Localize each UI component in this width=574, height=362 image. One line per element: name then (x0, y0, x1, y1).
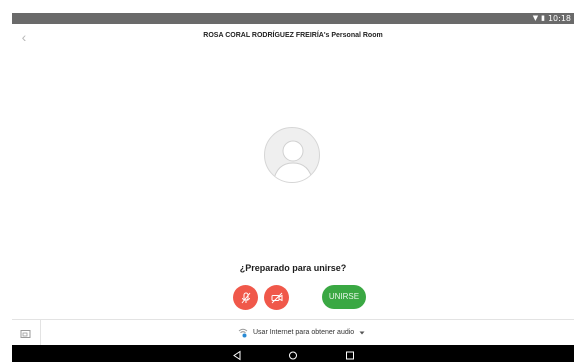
screen-share-button[interactable] (20, 327, 32, 338)
person-icon (272, 140, 314, 182)
avatar (264, 127, 320, 183)
nav-recents-button[interactable] (344, 348, 356, 360)
back-triangle-icon (233, 350, 241, 361)
home-circle-icon (289, 351, 297, 360)
screen-share-icon (20, 330, 31, 338)
wifi-icon: ▼ (532, 14, 539, 22)
nav-back-button[interactable] (231, 348, 243, 361)
recents-square-icon (346, 351, 354, 360)
video-off-icon (271, 292, 282, 303)
mute-microphone-button[interactable] (233, 285, 258, 310)
audio-bar: Usar Internet para obtener audio (12, 320, 574, 345)
status-bar: ▼ ▮ 10:18 (12, 13, 574, 24)
stop-video-button[interactable] (264, 285, 289, 310)
header: ‹ ROSA CORAL RODRÍGUEZ FREIRÍA's Persona… (12, 24, 574, 50)
android-nav-bar (12, 345, 574, 362)
caret-down-icon (359, 331, 365, 334)
ready-prompt: ¿Preparado para unirse? (239, 263, 347, 273)
battery-icon: ▮ (541, 14, 545, 22)
audio-option-label: Usar Internet para obtener audio (253, 329, 355, 336)
audio-option-selector[interactable]: Usar Internet para obtener audio (238, 320, 365, 345)
microphone-off-icon (241, 292, 250, 303)
nav-home-button[interactable] (287, 348, 299, 360)
status-time: 10:18 (547, 14, 571, 23)
join-button[interactable]: UNIRSE (322, 285, 366, 309)
room-title: ROSA CORAL RODRÍGUEZ FREIRÍA's Personal … (203, 32, 383, 39)
internet-audio-icon (238, 328, 248, 337)
